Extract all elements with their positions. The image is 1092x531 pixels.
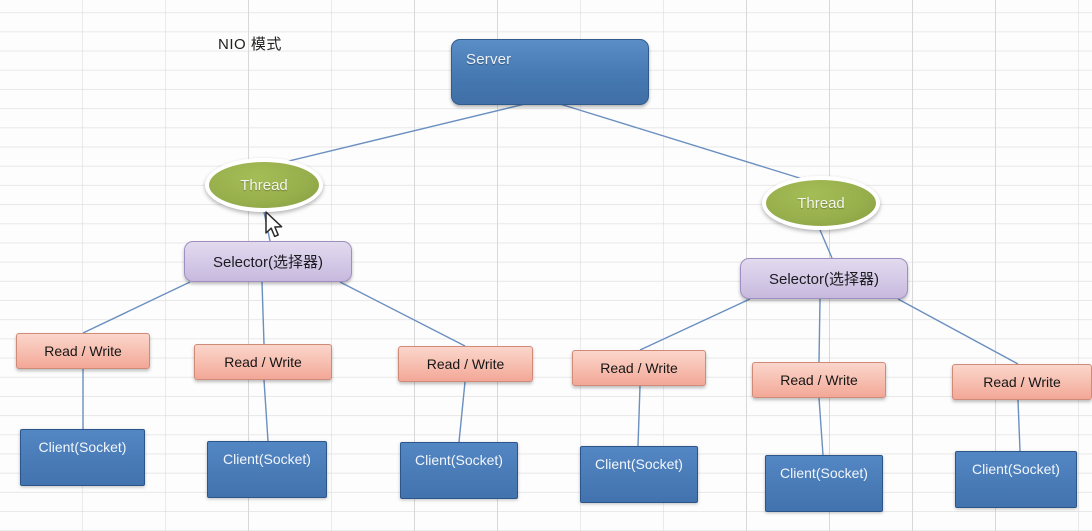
rw-3-to-client-3 [458,381,466,443]
server-to-thread-right [559,103,823,186]
read-write-node-3-label: Read / Write [426,356,505,372]
read-write-node-5[interactable]: Read / Write [752,362,886,398]
server-to-thread-left [263,103,526,168]
read-write-node-5-label: Read / Write [780,372,858,388]
client-socket-node-6[interactable]: Client(Socket) [955,451,1077,508]
rw-6-to-client-6 [1017,399,1021,452]
thread-node-2-label: Thread [797,194,845,212]
thread-left-to-selector-left [263,211,271,242]
client-socket-node-4-label: Client(Socket) [595,456,683,472]
mouse-cursor-icon [265,211,283,238]
client-socket-node-2[interactable]: Client(Socket) [207,441,327,498]
rw-5-to-client-5 [818,397,824,456]
diagram-canvas: NIO 模式 Server Thread Thread Selector(选择器) Se… [0,0,1092,531]
selector-right-to-rw-6 [897,298,1019,365]
client-socket-node-1-label: Client(Socket) [38,439,127,455]
client-socket-node-1[interactable]: Client(Socket) [20,429,145,486]
read-write-node-1[interactable]: Read / Write [16,333,150,369]
client-socket-node-2-label: Client(Socket) [223,451,311,467]
selector-left-to-rw-2 [261,281,265,345]
selector-node-2[interactable]: Selector(选择器) [740,258,908,299]
client-socket-node-3[interactable]: Client(Socket) [400,442,518,499]
selector-node-2-label: Selector(选择器) [768,271,880,288]
selector-left-to-rw-3 [339,281,466,347]
selector-left-to-rw-1 [82,281,191,334]
server-node[interactable]: Server [451,39,649,105]
selector-right-to-rw-5 [818,298,821,363]
read-write-node-6-label: Read / Write [983,374,1061,390]
read-write-node-4[interactable]: Read / Write [572,350,706,386]
read-write-node-3[interactable]: Read / Write [398,346,533,382]
selector-node-1[interactable]: Selector(选择器) [184,241,352,282]
read-write-node-6[interactable]: Read / Write [952,364,1092,400]
thread-node-2[interactable]: Thread [762,176,880,230]
diagram-title: NIO 模式 [218,36,282,53]
selector-right-to-rw-4 [639,298,751,351]
rw-4-to-client-4 [637,385,641,447]
thread-right-to-selector-right [819,229,833,259]
read-write-node-1-label: Read / Write [44,343,122,359]
thread-node-1[interactable]: Thread [205,158,323,212]
client-socket-node-5[interactable]: Client(Socket) [765,455,883,512]
thread-node-1-label: Thread [240,176,288,194]
server-node-label: Server [466,51,512,68]
client-socket-node-4[interactable]: Client(Socket) [580,446,698,503]
selector-node-1-label: Selector(选择器) [212,254,324,271]
client-socket-node-5-label: Client(Socket) [780,465,868,481]
client-socket-node-3-label: Client(Socket) [415,452,503,468]
client-socket-node-6-label: Client(Socket) [972,461,1060,477]
read-write-node-2[interactable]: Read / Write [194,344,332,380]
rw-2-to-client-2 [263,379,269,442]
read-write-node-4-label: Read / Write [600,360,678,376]
read-write-node-2-label: Read / Write [224,354,302,370]
